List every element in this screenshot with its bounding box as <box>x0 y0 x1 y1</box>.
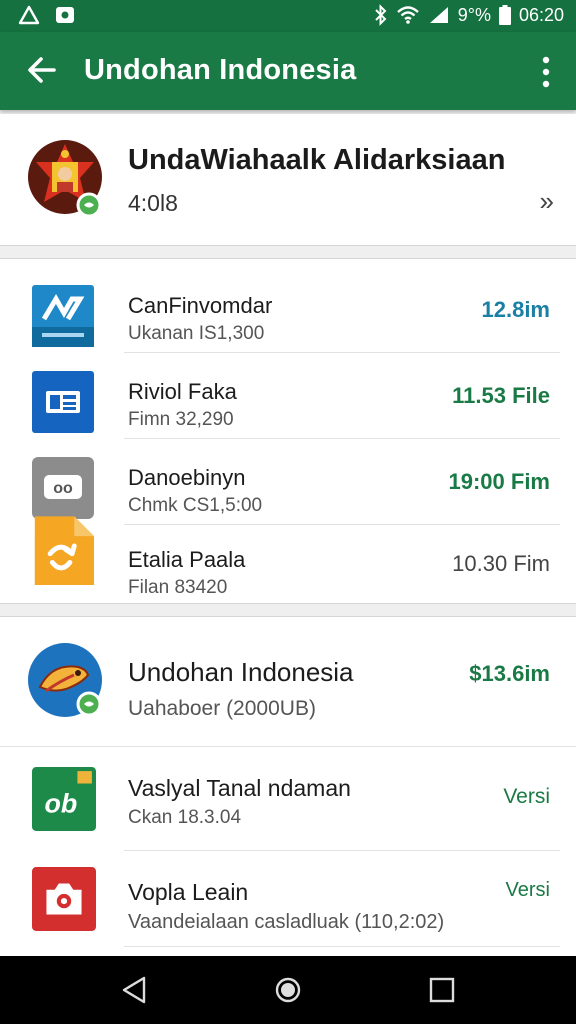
item-sub: Ckan 18.3.04 <box>128 807 242 828</box>
item-name: Danoebinyn <box>128 465 246 490</box>
blue-a-icon <box>32 285 94 347</box>
item-name: Undohan Indonesia <box>128 657 354 687</box>
warning-icon <box>18 5 40 25</box>
item-sub: Fimn 32,290 <box>128 409 234 430</box>
app-list: Undohan Indonesia Uahaboer (2000UB) $13.… <box>0 616 576 956</box>
item-size: 10.30 Fim <box>452 551 550 576</box>
item-size: 11.53 File <box>452 383 550 408</box>
svg-text:oo: oo <box>53 480 73 497</box>
avatar <box>26 138 104 218</box>
file-list: CanFinvomdar Ukanan IS1,300 12.8im Rivio… <box>0 258 576 604</box>
item-name: Riviol Faka <box>128 379 237 404</box>
item-sub: Chmk CS1,5:00 <box>128 495 263 516</box>
bluetooth-icon <box>375 4 387 26</box>
list-item[interactable]: Vopla Leain Vaandeialaan casladluak (110… <box>0 851 576 951</box>
item-name: CanFinvomdar <box>128 293 273 318</box>
more-vert-icon <box>542 56 550 88</box>
list-item[interactable]: Etalia Paala Filan 83420 10.30 Fim <box>0 516 576 607</box>
item-name: Vaslyal Tanal ndaman <box>128 775 351 801</box>
back-button[interactable] <box>22 50 62 90</box>
overflow-menu-button[interactable] <box>536 54 556 90</box>
fish-icon <box>28 643 102 717</box>
hero-emblem-icon <box>28 140 102 218</box>
item-size: Versi <box>505 879 550 901</box>
list-item[interactable]: Undohan Indonesia Uahaboer (2000UB) $13.… <box>0 627 576 747</box>
status-right: 9°% 06:20 <box>374 4 564 26</box>
chevron-right-icon[interactable]: » <box>540 186 554 217</box>
hero-card[interactable]: UndaWiahaalk Alidarksiaan 4:0l8 » <box>0 114 576 246</box>
list-item[interactable]: Riviol Faka Fimn 32,290 11.53 File <box>0 353 576 439</box>
item-name: Vopla Leain <box>128 879 249 905</box>
item-size: 12.8im <box>481 297 551 322</box>
item-size: Versi <box>503 785 550 808</box>
green-ob-icon: ob <box>32 767 96 831</box>
app-icon <box>56 7 74 23</box>
item-size: 19:00 Fim <box>448 469 551 494</box>
app-bar-title: Undohan Indonesia <box>84 54 357 86</box>
status-left-icons <box>18 5 76 25</box>
status-bar: 9°% 06:20 <box>0 0 576 32</box>
item-sub: Filan 83420 <box>128 577 228 598</box>
hero-title: UndaWiahaalk Alidarksiaan <box>128 144 506 176</box>
nav-recents-icon[interactable] <box>426 974 458 1006</box>
item-sub: Ukanan IS1,300 <box>128 323 265 344</box>
arrow-left-icon <box>28 57 56 83</box>
list-item[interactable]: CanFinvomdar Ukanan IS1,300 12.8im <box>0 267 576 353</box>
signal-icon <box>429 7 448 23</box>
app-bar: Undohan Indonesia <box>0 32 576 110</box>
nav-back-icon[interactable] <box>118 974 150 1006</box>
wifi-icon <box>396 6 419 24</box>
blue-card-icon <box>32 371 94 433</box>
item-sub: Uahaboer (2000UB) <box>128 697 316 720</box>
item-size: $13.6im <box>469 661 550 686</box>
list-item[interactable]: ob Vaslyal Tanal ndaman Ckan 18.3.04 Ver… <box>0 747 576 851</box>
svg-text:ob: ob <box>45 788 78 818</box>
item-name: Etalia Paala <box>128 547 246 572</box>
navigation-bar <box>0 956 576 1024</box>
hero-subtitle: 4:0l8 <box>128 190 178 216</box>
orange-file-icon <box>34 516 94 585</box>
clock-text: 06:20 <box>518 5 564 25</box>
battery-icon <box>498 5 511 25</box>
item-sub: Vaandeialaan casladluak (110,2:02) <box>128 911 445 933</box>
nav-home-icon[interactable] <box>272 974 304 1006</box>
divider <box>124 946 560 947</box>
battery-text: 9°% <box>457 5 491 25</box>
red-camera-icon <box>32 867 96 931</box>
